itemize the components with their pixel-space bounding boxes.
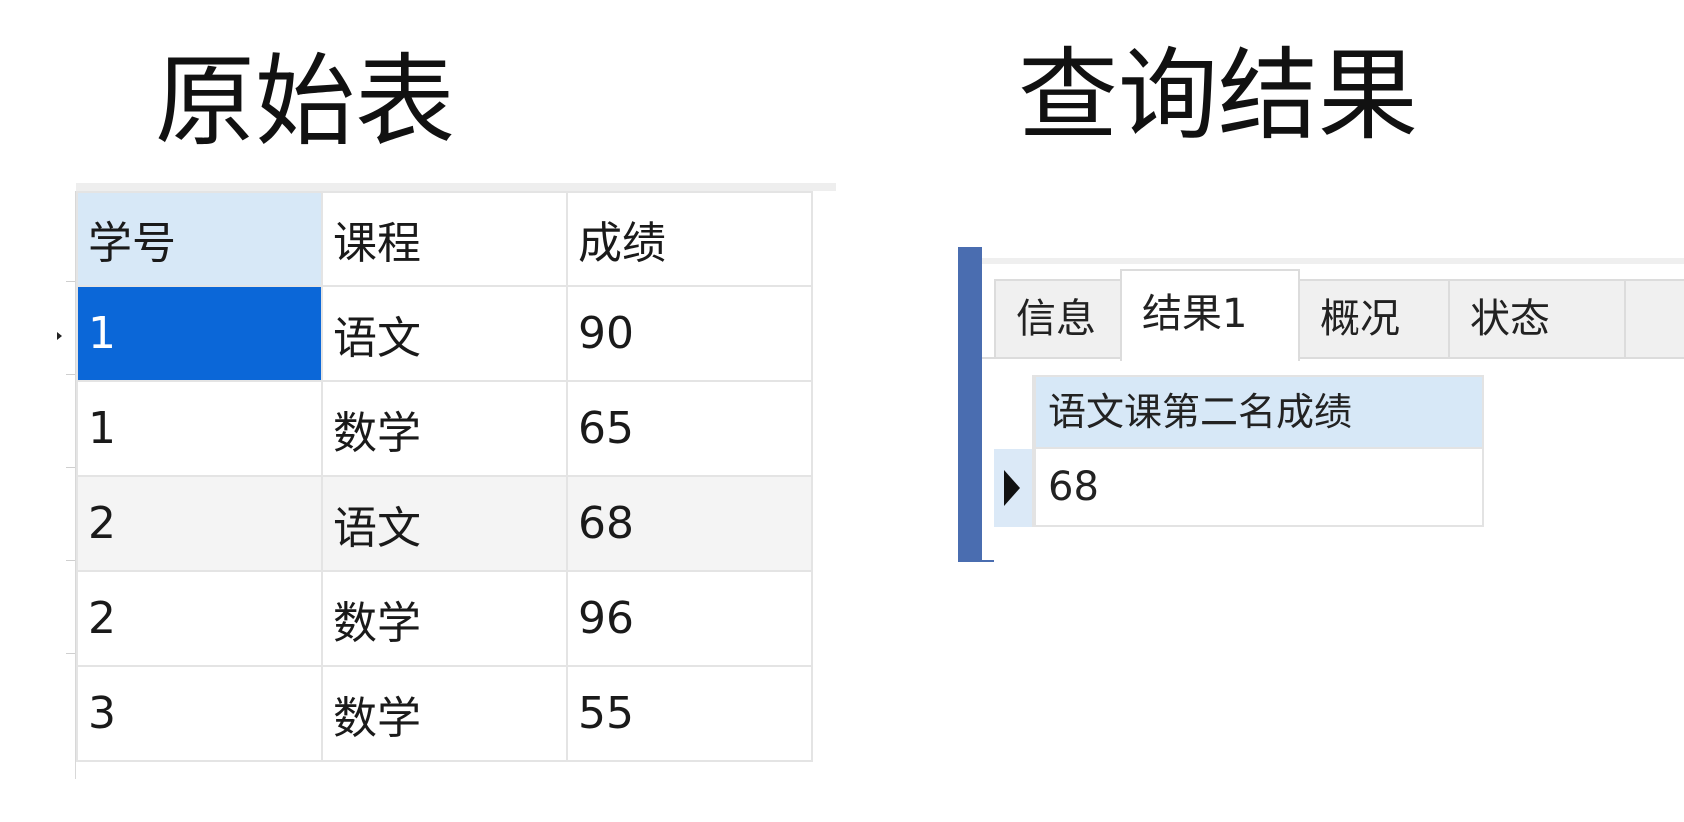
result-panel-top-border [982, 258, 1684, 264]
column-header-score[interactable]: 成绩 [566, 191, 813, 287]
cell-student-id[interactable]: 1 [76, 380, 323, 477]
cell-score[interactable]: 65 [566, 380, 813, 477]
result-panel-accent-bar [958, 247, 982, 562]
current-row-arrow-icon [1004, 470, 1020, 506]
cell-score[interactable]: 90 [566, 285, 813, 382]
cell-student-id[interactable]: 3 [76, 665, 323, 762]
cell-course[interactable]: 语文 [321, 475, 568, 572]
cell-student-id[interactable]: 2 [76, 570, 323, 667]
table-row[interactable]: 2 语文 68 [76, 475, 813, 572]
cell-course[interactable]: 数学 [321, 380, 568, 477]
current-row-arrow-icon [57, 332, 62, 340]
original-table-row-indicator-column [56, 191, 76, 779]
result-value-cell[interactable]: 68 [1034, 449, 1484, 527]
original-table-top-border [76, 183, 836, 191]
original-table: 学号 课程 成绩 1 语文 90 1 数学 65 2 语文 68 2 数学 96… [76, 191, 813, 762]
table-row[interactable]: 1 数学 65 [76, 380, 813, 477]
column-header-course[interactable]: 课程 [321, 191, 568, 287]
cell-score[interactable]: 55 [566, 665, 813, 762]
cell-score[interactable]: 96 [566, 570, 813, 667]
cell-score[interactable]: 68 [566, 475, 813, 572]
tab-result1[interactable]: 结果1 [1120, 269, 1300, 361]
cell-course[interactable]: 数学 [321, 570, 568, 667]
result-current-row-header[interactable] [994, 449, 1034, 527]
cell-student-id[interactable]: 2 [76, 475, 323, 572]
cell-course[interactable]: 数学 [321, 665, 568, 762]
cell-student-id[interactable]: 1 [76, 285, 323, 382]
result-row-header-corner [994, 375, 1034, 449]
result-panel-bottom-accent [982, 560, 994, 562]
original-table-header-row: 学号 课程 成绩 [76, 191, 813, 287]
column-header-student-id[interactable]: 学号 [76, 191, 323, 287]
original-table-panel: 学号 课程 成绩 1 语文 90 1 数学 65 2 语文 68 2 数学 96… [56, 183, 836, 783]
table-row[interactable]: 3 数学 55 [76, 665, 813, 762]
result-row-header-column [994, 375, 1034, 527]
table-row[interactable]: 2 数学 96 [76, 570, 813, 667]
cell-course[interactable]: 语文 [321, 285, 568, 382]
tab-strip-divider [982, 357, 1684, 359]
result-column-header[interactable]: 语文课第二名成绩 [1034, 375, 1484, 449]
tab-status[interactable]: 状态 [1448, 279, 1626, 359]
query-result-title: 查询结果 [1018, 37, 1418, 154]
tab-info[interactable]: 信息 [994, 279, 1122, 359]
original-table-title: 原始表 [155, 43, 455, 160]
tab-overflow[interactable] [1624, 279, 1684, 359]
query-result-panel: 信息 结果1 概况 状态 语文课第二名成绩 68 [958, 247, 1684, 562]
table-row[interactable]: 1 语文 90 [76, 285, 813, 382]
tab-overview[interactable]: 概况 [1298, 279, 1450, 359]
